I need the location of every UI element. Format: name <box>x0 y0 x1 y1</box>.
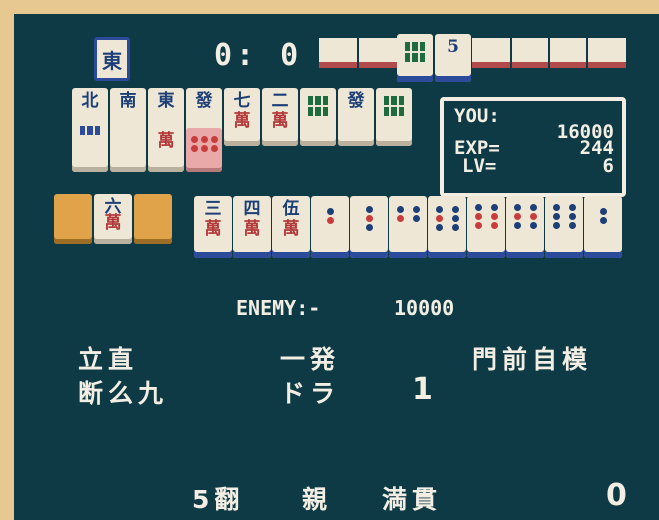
discard-tile: 北 <box>72 88 108 172</box>
yaku-dora: ドラ <box>280 379 341 408</box>
round-wind-label: 東 <box>102 49 122 73</box>
discard-tile: 南 <box>110 88 146 172</box>
meld-tile-back <box>134 194 172 244</box>
meld-tile: 六 萬 <box>94 194 132 244</box>
hand-tile[interactable] <box>389 196 427 258</box>
hand-tile[interactable]: 伍 萬 <box>272 196 310 258</box>
yaku-ippatsu: 一発 <box>280 345 341 374</box>
discard-tile-highlighted <box>186 128 222 172</box>
discard-tile: 二 萬 <box>262 88 298 146</box>
result-mangan: 満貫 <box>382 485 443 514</box>
hand-tile-drawn[interactable] <box>584 196 622 258</box>
result-dealer: 親 <box>302 485 333 514</box>
discard-tile: 東 萬 <box>148 88 184 172</box>
lv-label: LV= <box>462 155 497 177</box>
discard-tile <box>376 88 412 146</box>
score-counter: 0: 0 <box>214 38 303 73</box>
dora-indicator-tile: 5 <box>435 34 471 82</box>
player-status-box: YOU: 16000 EXP= 244 LV= 6 <box>440 97 626 197</box>
discard-tile: 七 萬 <box>224 88 260 146</box>
meld-tile-back <box>54 194 92 244</box>
yaku-riichi: 立直 <box>78 345 139 374</box>
yaku-tanyao: 断么九 <box>78 379 169 408</box>
you-label: YOU: <box>454 105 500 127</box>
dora-count: 1 <box>412 372 438 407</box>
discard-tile: 發 <box>338 88 374 146</box>
result-value: 0 <box>606 478 632 513</box>
game-screen: 東 0: 0 5 北 南 東 萬 發 七 萬 二 萬 發 YOU: 16000 … <box>14 14 659 520</box>
result-han: 5翻 <box>192 485 245 514</box>
enemy-points: 10000 <box>394 296 455 320</box>
hand-tile[interactable] <box>506 196 544 258</box>
round-wind-indicator: 東 <box>94 37 130 81</box>
wall-left <box>319 38 397 68</box>
discard-tile <box>300 88 336 146</box>
hand-tile[interactable] <box>311 196 349 258</box>
yaku-menzen-tsumo: 門前自模 <box>472 345 593 374</box>
dora-tile-1 <box>397 34 433 82</box>
hand-tile[interactable]: 四 萬 <box>233 196 271 258</box>
wall-right <box>472 38 626 68</box>
hand-tile[interactable] <box>467 196 505 258</box>
enemy-label: ENEMY:- <box>236 296 321 320</box>
hand-tile[interactable] <box>350 196 388 258</box>
hand-tile[interactable]: 三 萬 <box>194 196 232 258</box>
hand-tile[interactable] <box>428 196 466 258</box>
hand-tile[interactable] <box>545 196 583 258</box>
lv-value: 6 <box>602 155 614 177</box>
